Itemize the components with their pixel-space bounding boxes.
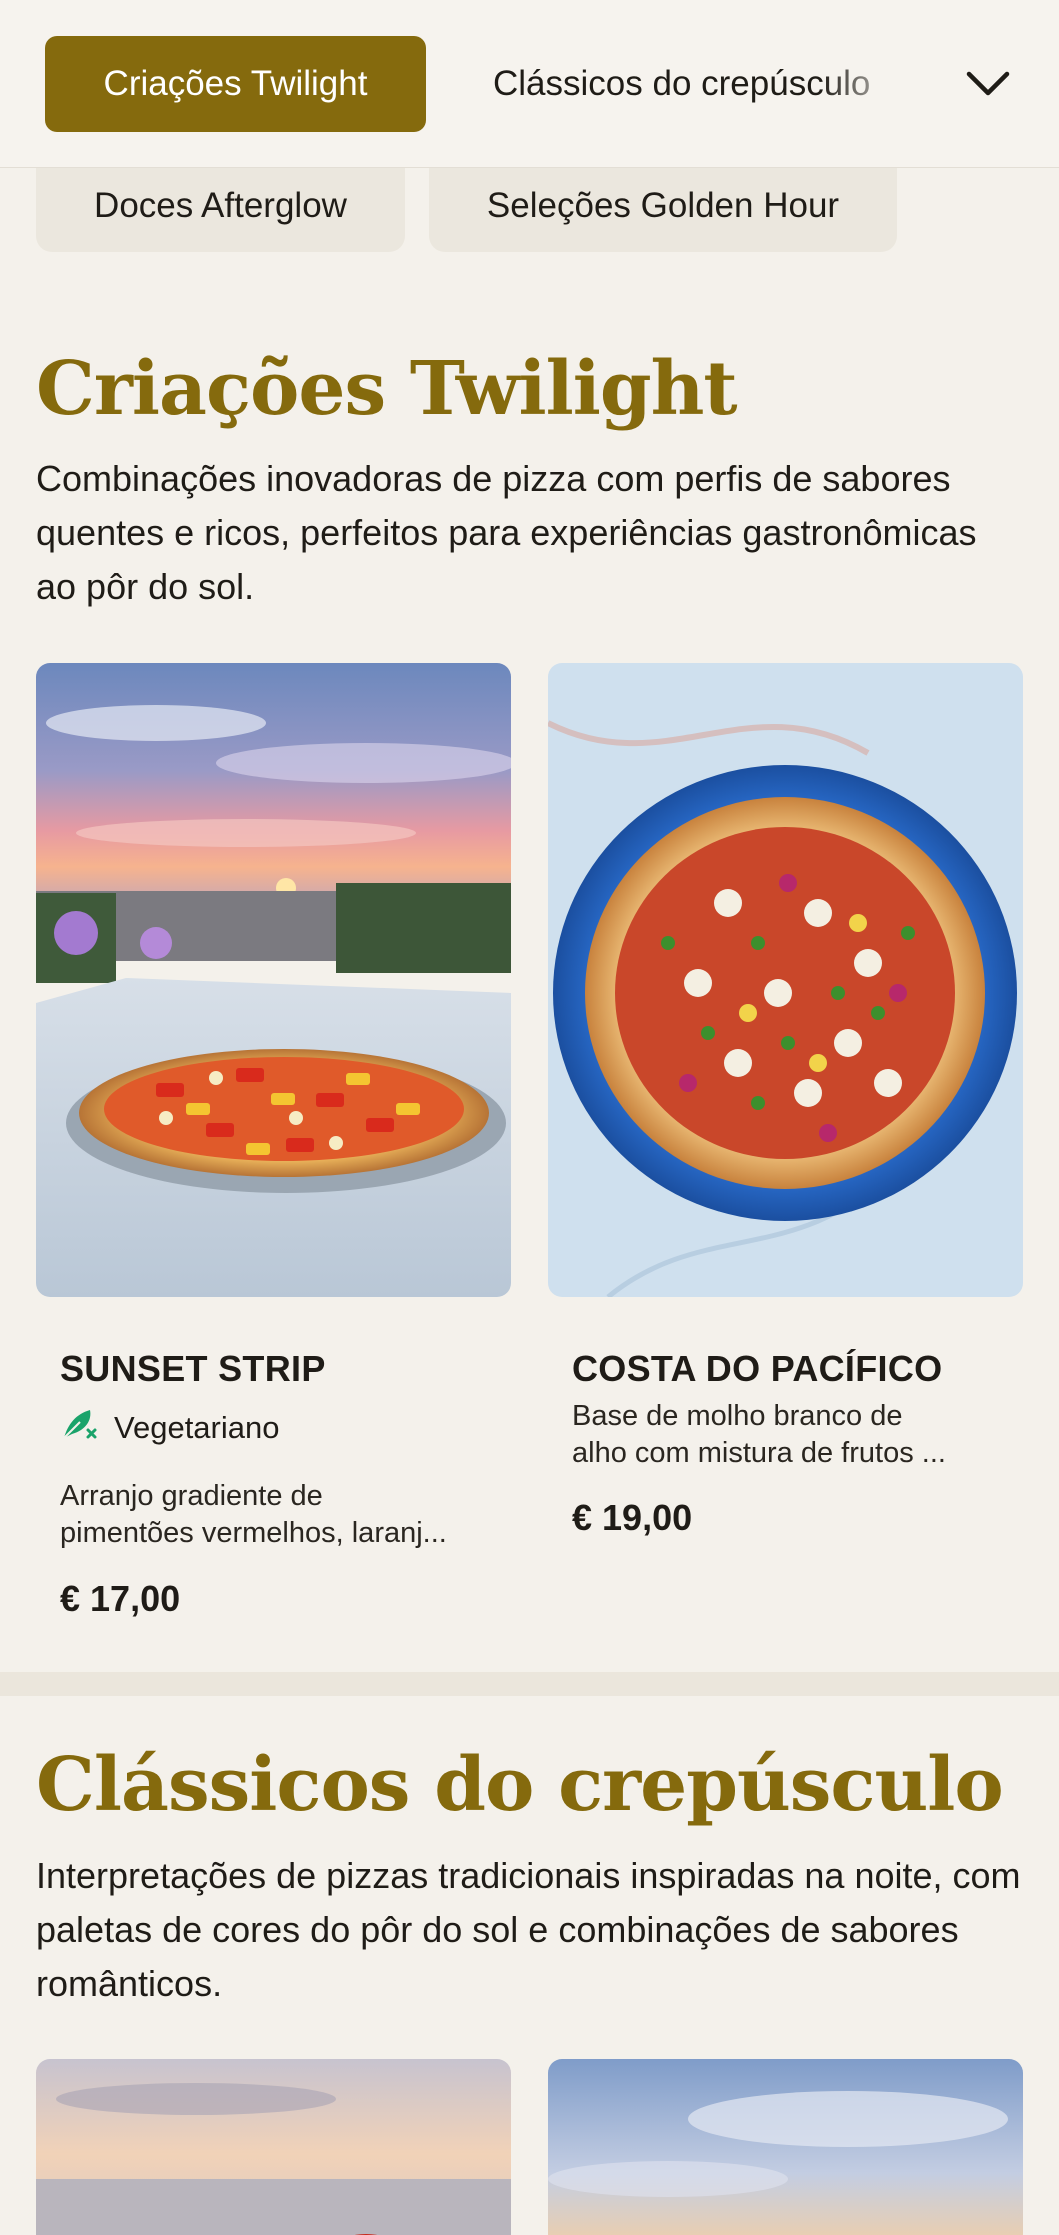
item-price: € 19,00 <box>572 1497 693 1538</box>
chevron-down-icon[interactable] <box>958 56 1018 112</box>
leaf-icon <box>60 1406 100 1450</box>
section-description: Interpretações de pizzas tradicionais in… <box>36 1855 1021 2004</box>
item-price: € 17,00 <box>60 1578 181 1619</box>
item-name[interactable]: COSTA DO PACÍFICO <box>572 1348 942 1390</box>
category-tab-next[interactable]: Clássicos do crepúsculo <box>493 36 913 132</box>
category-chip-afterglow[interactable]: Doces Afterglow <box>36 160 405 252</box>
pizza-image[interactable] <box>548 2059 1023 2235</box>
category-bar: Criações Twilight Clássicos do crepúscul… <box>0 0 1059 168</box>
category-chip-golden-hour[interactable]: Seleções Golden Hour <box>429 160 897 252</box>
category-tab-active[interactable]: Criações Twilight <box>45 36 426 132</box>
item-description: Arranjo gradiente de pimentões vermelhos… <box>60 1480 447 1549</box>
item-description: Base de molho branco de alho com mistura… <box>572 1400 946 1469</box>
pizza-image-costa-do-pacifico[interactable] <box>548 663 1023 1297</box>
vegetarian-label: Vegetariano <box>114 1410 280 1445</box>
section-divider <box>0 1672 1059 1696</box>
section-description: Combinações inovadoras de pizza com perf… <box>36 458 977 607</box>
item-name[interactable]: SUNSET STRIP <box>60 1348 326 1390</box>
section-title: Criações Twilight <box>36 346 738 432</box>
pizza-image[interactable] <box>36 2059 511 2235</box>
pizza-image-sunset-strip[interactable] <box>36 663 511 1297</box>
section-title: Clássicos do crepúsculo <box>36 1742 1004 1828</box>
vegetarian-badge: Vegetariano <box>60 1406 279 1450</box>
